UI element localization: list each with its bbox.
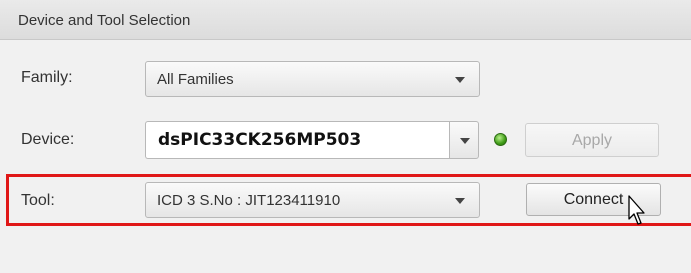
device-tool-selection-panel: Device and Tool Selection Family: All Fa… <box>0 0 691 273</box>
family-select-value: All Families <box>157 71 234 88</box>
device-input-value: dsPIC33CK256MP503 <box>158 130 362 150</box>
status-led-icon <box>494 133 507 146</box>
apply-button[interactable]: Apply <box>525 123 659 157</box>
panel-header: Device and Tool Selection <box>0 0 691 40</box>
chevron-down-icon <box>460 138 470 144</box>
chevron-down-icon <box>455 77 465 83</box>
panel-title: Device and Tool Selection <box>18 12 191 29</box>
apply-button-label: Apply <box>571 132 613 149</box>
tool-row-highlight <box>6 174 691 226</box>
mouse-pointer-icon <box>628 195 645 225</box>
device-input[interactable]: dsPIC33CK256MP503 <box>145 121 449 159</box>
device-label: Device: <box>21 131 75 148</box>
family-select[interactable]: All Families <box>145 61 480 97</box>
device-dropdown-button[interactable] <box>449 121 479 159</box>
family-label: Family: <box>21 69 73 86</box>
